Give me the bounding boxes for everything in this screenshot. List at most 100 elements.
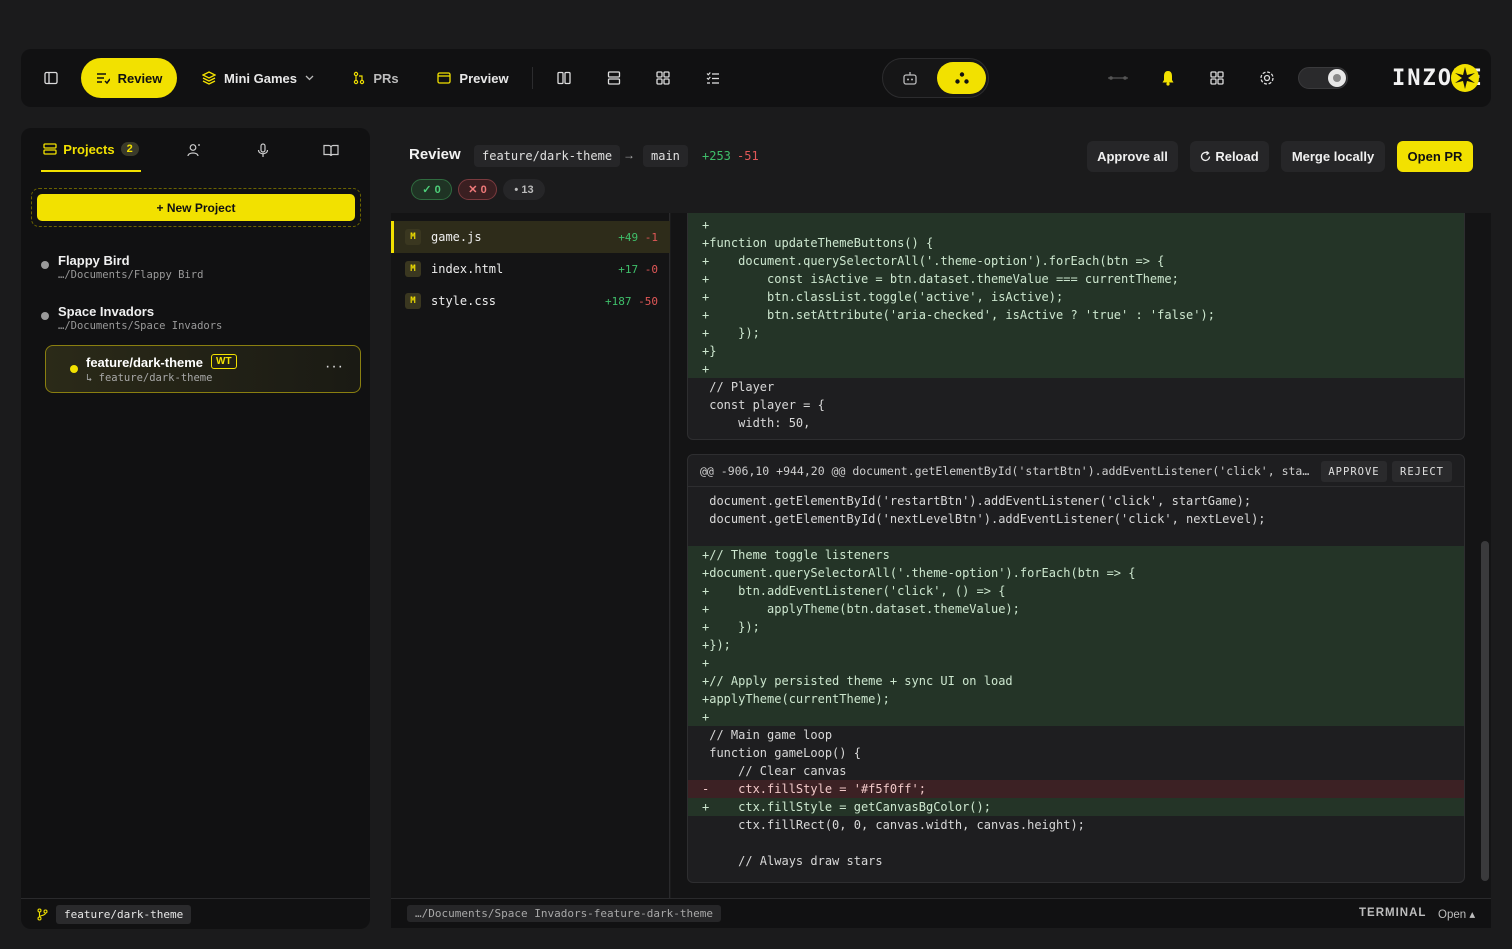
file-name: style.css <box>431 294 497 308</box>
worktree-name: feature/dark-theme <box>86 355 204 370</box>
worktree-path-chip: …/Documents/Space Invadors-feature-dark-… <box>407 905 722 922</box>
added-line: +// Apply persisted theme + sync UI on l… <box>688 672 1464 690</box>
modified-badge: M <box>405 261 421 277</box>
context-line <box>688 834 1464 852</box>
mode-toggle <box>882 58 989 98</box>
rejected-count-badge[interactable]: ✕ 0 <box>458 179 497 200</box>
tab-projects-label: Projects <box>63 141 115 157</box>
columns-icon[interactable] <box>551 58 577 98</box>
added-line: +applyTheme(currentTheme); <box>688 690 1464 708</box>
gear-icon[interactable] <box>1254 58 1280 98</box>
top-bar: Review Mini Games PRs Preview INZONE <box>21 49 1491 107</box>
added-line: +}); <box>688 636 1464 654</box>
file-row-index-html[interactable]: M index.html +17 -0 <box>391 253 670 285</box>
pending-count-badge[interactable]: • 13 <box>503 179 545 200</box>
worktree-path: ↳ feature/dark-theme <box>86 372 213 384</box>
approved-count-badge[interactable]: ✓ 0 <box>411 179 452 200</box>
page-title: Review <box>409 146 461 163</box>
project-status-dot <box>41 312 49 320</box>
more-options-button[interactable]: ··· <box>325 358 344 376</box>
worktree-item[interactable]: feature/dark-theme WT ↳ feature/dark-the… <box>45 345 361 393</box>
context-line: // Always draw stars <box>688 852 1464 870</box>
changed-files-list: M game.js +49 -1 M index.html +17 -0 M s… <box>391 213 670 898</box>
grid-icon[interactable] <box>650 58 676 98</box>
tab-projects[interactable]: Projects 2 <box>41 128 141 172</box>
nodes-icon[interactable] <box>937 62 986 94</box>
approve-all-button[interactable]: Approve all <box>1087 141 1178 172</box>
file-stats: +187 -50 <box>605 295 658 308</box>
book-icon <box>323 144 339 157</box>
added-line: +document.querySelectorAll('.theme-optio… <box>688 564 1464 582</box>
context-line: width: 50, <box>688 414 1464 432</box>
robot-icon[interactable] <box>887 62 933 94</box>
current-branch-label: feature/dark-theme <box>56 905 192 924</box>
diff-hunk: + +function updateThemeButtons() {+ docum… <box>687 213 1465 440</box>
apps-icon[interactable] <box>1204 58 1230 98</box>
divider <box>532 67 533 89</box>
review-label: Review <box>117 70 163 86</box>
timeline-icon[interactable] <box>1105 58 1131 98</box>
user-icon <box>187 143 201 157</box>
source-branch-chip: feature/dark-theme <box>474 145 621 167</box>
scrollbar[interactable] <box>1481 541 1489 881</box>
preview-label: Preview <box>459 70 509 86</box>
preview-icon <box>437 72 452 84</box>
sidebar-toggle-icon[interactable] <box>38 58 64 98</box>
preview-tab[interactable]: Preview <box>435 58 511 98</box>
project-path: …/Documents/Space Invadors <box>58 320 223 332</box>
project-name: Flappy Bird <box>58 253 130 268</box>
project-selector[interactable]: Mini Games <box>201 58 315 98</box>
prs-tab[interactable]: PRs <box>351 58 401 98</box>
merge-locally-button[interactable]: Merge locally <box>1281 141 1385 172</box>
tab-book[interactable] <box>316 128 346 172</box>
prs-label: PRs <box>373 70 399 86</box>
file-name: game.js <box>431 230 482 244</box>
added-line: + <box>688 216 1464 234</box>
mic-icon <box>257 142 269 158</box>
new-project-dropzone: + New Project <box>31 188 361 227</box>
tab-user[interactable] <box>179 128 209 172</box>
tab-mic[interactable] <box>248 128 278 172</box>
modified-badge: M <box>405 229 421 245</box>
file-deletions: -1 <box>644 230 658 244</box>
added-line: + btn.classList.toggle('active', isActiv… <box>688 288 1464 306</box>
file-additions: +17 <box>618 262 639 276</box>
additions-count: +253 <box>702 149 731 163</box>
deletions-count: -51 <box>737 149 759 163</box>
review-button[interactable]: Review <box>81 58 177 98</box>
bell-icon[interactable] <box>1155 58 1181 98</box>
file-row-game-js[interactable]: M game.js +49 -1 <box>391 221 670 253</box>
file-row-style-css[interactable]: M style.css +187 -50 <box>391 285 670 317</box>
context-line: ctx.fillRect(0, 0, canvas.width, canvas.… <box>688 816 1464 834</box>
reload-label: Reload <box>1215 149 1259 164</box>
file-additions: +187 <box>605 294 632 308</box>
terminal-open-button[interactable]: Open ▴ <box>1438 907 1475 921</box>
project-path: …/Documents/Flappy Bird <box>58 269 204 281</box>
approve-hunk-button[interactable]: APPROVE <box>1321 461 1387 482</box>
terminal-toggle-label[interactable]: TERMINAL <box>1359 907 1426 919</box>
open-pr-button[interactable]: Open PR <box>1397 141 1473 172</box>
added-line: + btn.setAttribute('aria-checked', isAct… <box>688 306 1464 324</box>
arrow-right-icon: → <box>623 148 635 162</box>
theme-toggle-icon[interactable] <box>1297 58 1349 98</box>
removed-line: - ctx.fillStyle = '#f5f0ff'; <box>688 780 1464 798</box>
new-project-button[interactable]: + New Project <box>37 194 355 221</box>
modified-badge: M <box>405 293 421 309</box>
target-branch-chip: main <box>643 145 688 167</box>
pr-icon <box>353 71 365 85</box>
worktree-badge: WT <box>211 354 237 369</box>
context-line: // Main game loop <box>688 726 1464 744</box>
added-line: +} <box>688 342 1464 360</box>
rows-icon[interactable] <box>601 58 627 98</box>
context-line: function gameLoop() { <box>688 744 1464 762</box>
file-additions: +49 <box>618 230 639 244</box>
context-line <box>688 528 1464 546</box>
checklist-icon[interactable] <box>700 58 726 98</box>
project-label: Mini Games <box>224 70 297 86</box>
reload-button[interactable]: Reload <box>1190 141 1269 172</box>
file-deletions: -50 <box>638 294 658 308</box>
reject-hunk-button[interactable]: REJECT <box>1392 461 1452 482</box>
added-line: + ctx.fillStyle = getCanvasBgColor(); <box>688 798 1464 816</box>
context-line: // Player <box>688 378 1464 396</box>
project-sidebar: Projects 2 + New Project Flappy Bird …/D… <box>21 128 370 929</box>
